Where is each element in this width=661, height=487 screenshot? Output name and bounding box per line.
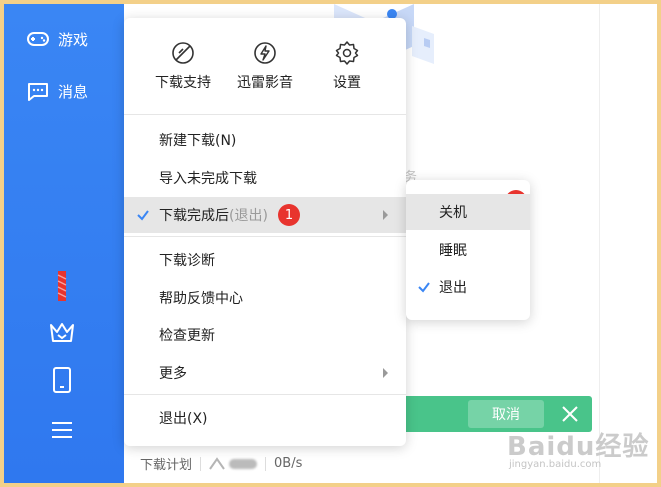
menu-item-label: 下载完成后	[159, 208, 229, 224]
sidebar-item-label: 消息	[58, 82, 89, 101]
speed-icon	[209, 456, 225, 470]
sidebar: 游戏 消息	[4, 4, 124, 483]
gamepad-icon	[26, 27, 50, 51]
submenu-item-label: 退出	[439, 280, 467, 296]
menu-divider	[124, 394, 406, 395]
blurred-value	[229, 458, 258, 469]
download-support-icon	[172, 42, 194, 64]
gear-icon	[335, 41, 359, 65]
app-window: 游戏 消息 务 取消 下载计划 0B/s Baidu经验 jingyan.bai…	[4, 4, 657, 483]
right-panel	[599, 4, 657, 483]
menu-item-label: 更多	[159, 366, 187, 382]
watermark-url: jingyan.baidu.com	[509, 459, 602, 470]
menu-item-label: 新建下载(N)	[159, 133, 237, 149]
submenu-item-exit[interactable]: 退出	[406, 269, 530, 305]
submenu-item-label: 睡眠	[439, 243, 467, 259]
menu-item-help-center[interactable]: 帮助反馈中心	[124, 280, 406, 316]
submenu-arrow-icon	[383, 368, 388, 378]
top-button-label: 下载支持	[155, 75, 211, 91]
submenu-item-shutdown[interactable]: 关机	[406, 194, 530, 230]
crown-icon[interactable]	[48, 318, 76, 346]
check-icon	[418, 282, 430, 293]
menu-item-label: 退出(X)	[159, 411, 208, 427]
menu-item-import-unfinished[interactable]: 导入未完成下载	[124, 160, 406, 196]
submenu-arrow-icon	[383, 210, 388, 220]
xunlei-player-icon	[254, 42, 276, 64]
close-icon[interactable]	[558, 402, 582, 426]
download-support-button[interactable]: 下载支持	[147, 18, 219, 110]
menu-item-label: 帮助反馈中心	[159, 291, 243, 307]
menu-item-label: 检查更新	[159, 328, 215, 344]
cancel-button[interactable]: 取消	[468, 400, 544, 428]
message-icon	[26, 79, 50, 103]
submenu-item-sleep[interactable]: 睡眠	[406, 232, 530, 268]
after-download-submenu: 2 关机 睡眠 退出	[406, 180, 530, 320]
xunlei-player-button[interactable]: 迅雷影音	[229, 18, 301, 110]
menu-item-label: 下载诊断	[159, 253, 215, 269]
settings-button[interactable]: 设置	[311, 18, 383, 110]
menu-top-buttons: 下载支持 迅雷影音 设置	[124, 18, 406, 110]
ribbon-icon[interactable]	[48, 271, 76, 301]
top-button-label: 迅雷影音	[237, 75, 293, 91]
sidebar-item-messages[interactable]: 消息	[26, 76, 88, 106]
divider	[265, 456, 267, 471]
download-plan-link[interactable]: 下载计划	[140, 454, 192, 473]
top-button-label: 设置	[333, 75, 361, 91]
watermark: Baidu经验	[507, 432, 650, 462]
divider	[200, 456, 202, 471]
menu-item-check-update[interactable]: 检查更新	[124, 317, 406, 353]
menu-item-diagnose[interactable]: 下载诊断	[124, 242, 406, 278]
menu-divider	[124, 114, 406, 115]
menu-item-after-download[interactable]: 下载完成后 (退出) 1	[124, 197, 406, 233]
menu-item-label: 导入未完成下载	[159, 171, 257, 187]
menu-item-new-download[interactable]: 新建下载(N)	[124, 122, 406, 158]
main-menu: 下载支持 迅雷影音 设置 新建下载(N) 导入未完成下载 下载完成后 (退出) …	[124, 18, 406, 446]
menu-item-current-value: (退出)	[229, 208, 268, 224]
submenu-item-label: 关机	[439, 205, 467, 221]
menu-divider	[124, 236, 406, 237]
hamburger-menu-icon[interactable]	[48, 416, 76, 444]
download-speed: 0B/s	[274, 456, 303, 471]
check-icon	[137, 210, 149, 221]
sidebar-item-games[interactable]: 游戏	[26, 24, 88, 54]
step-badge-1: 1	[278, 204, 300, 226]
menu-item-exit[interactable]: 退出(X)	[124, 400, 406, 436]
phone-icon[interactable]	[48, 366, 76, 394]
menu-item-more[interactable]: 更多	[124, 355, 406, 391]
sidebar-item-label: 游戏	[58, 30, 89, 49]
